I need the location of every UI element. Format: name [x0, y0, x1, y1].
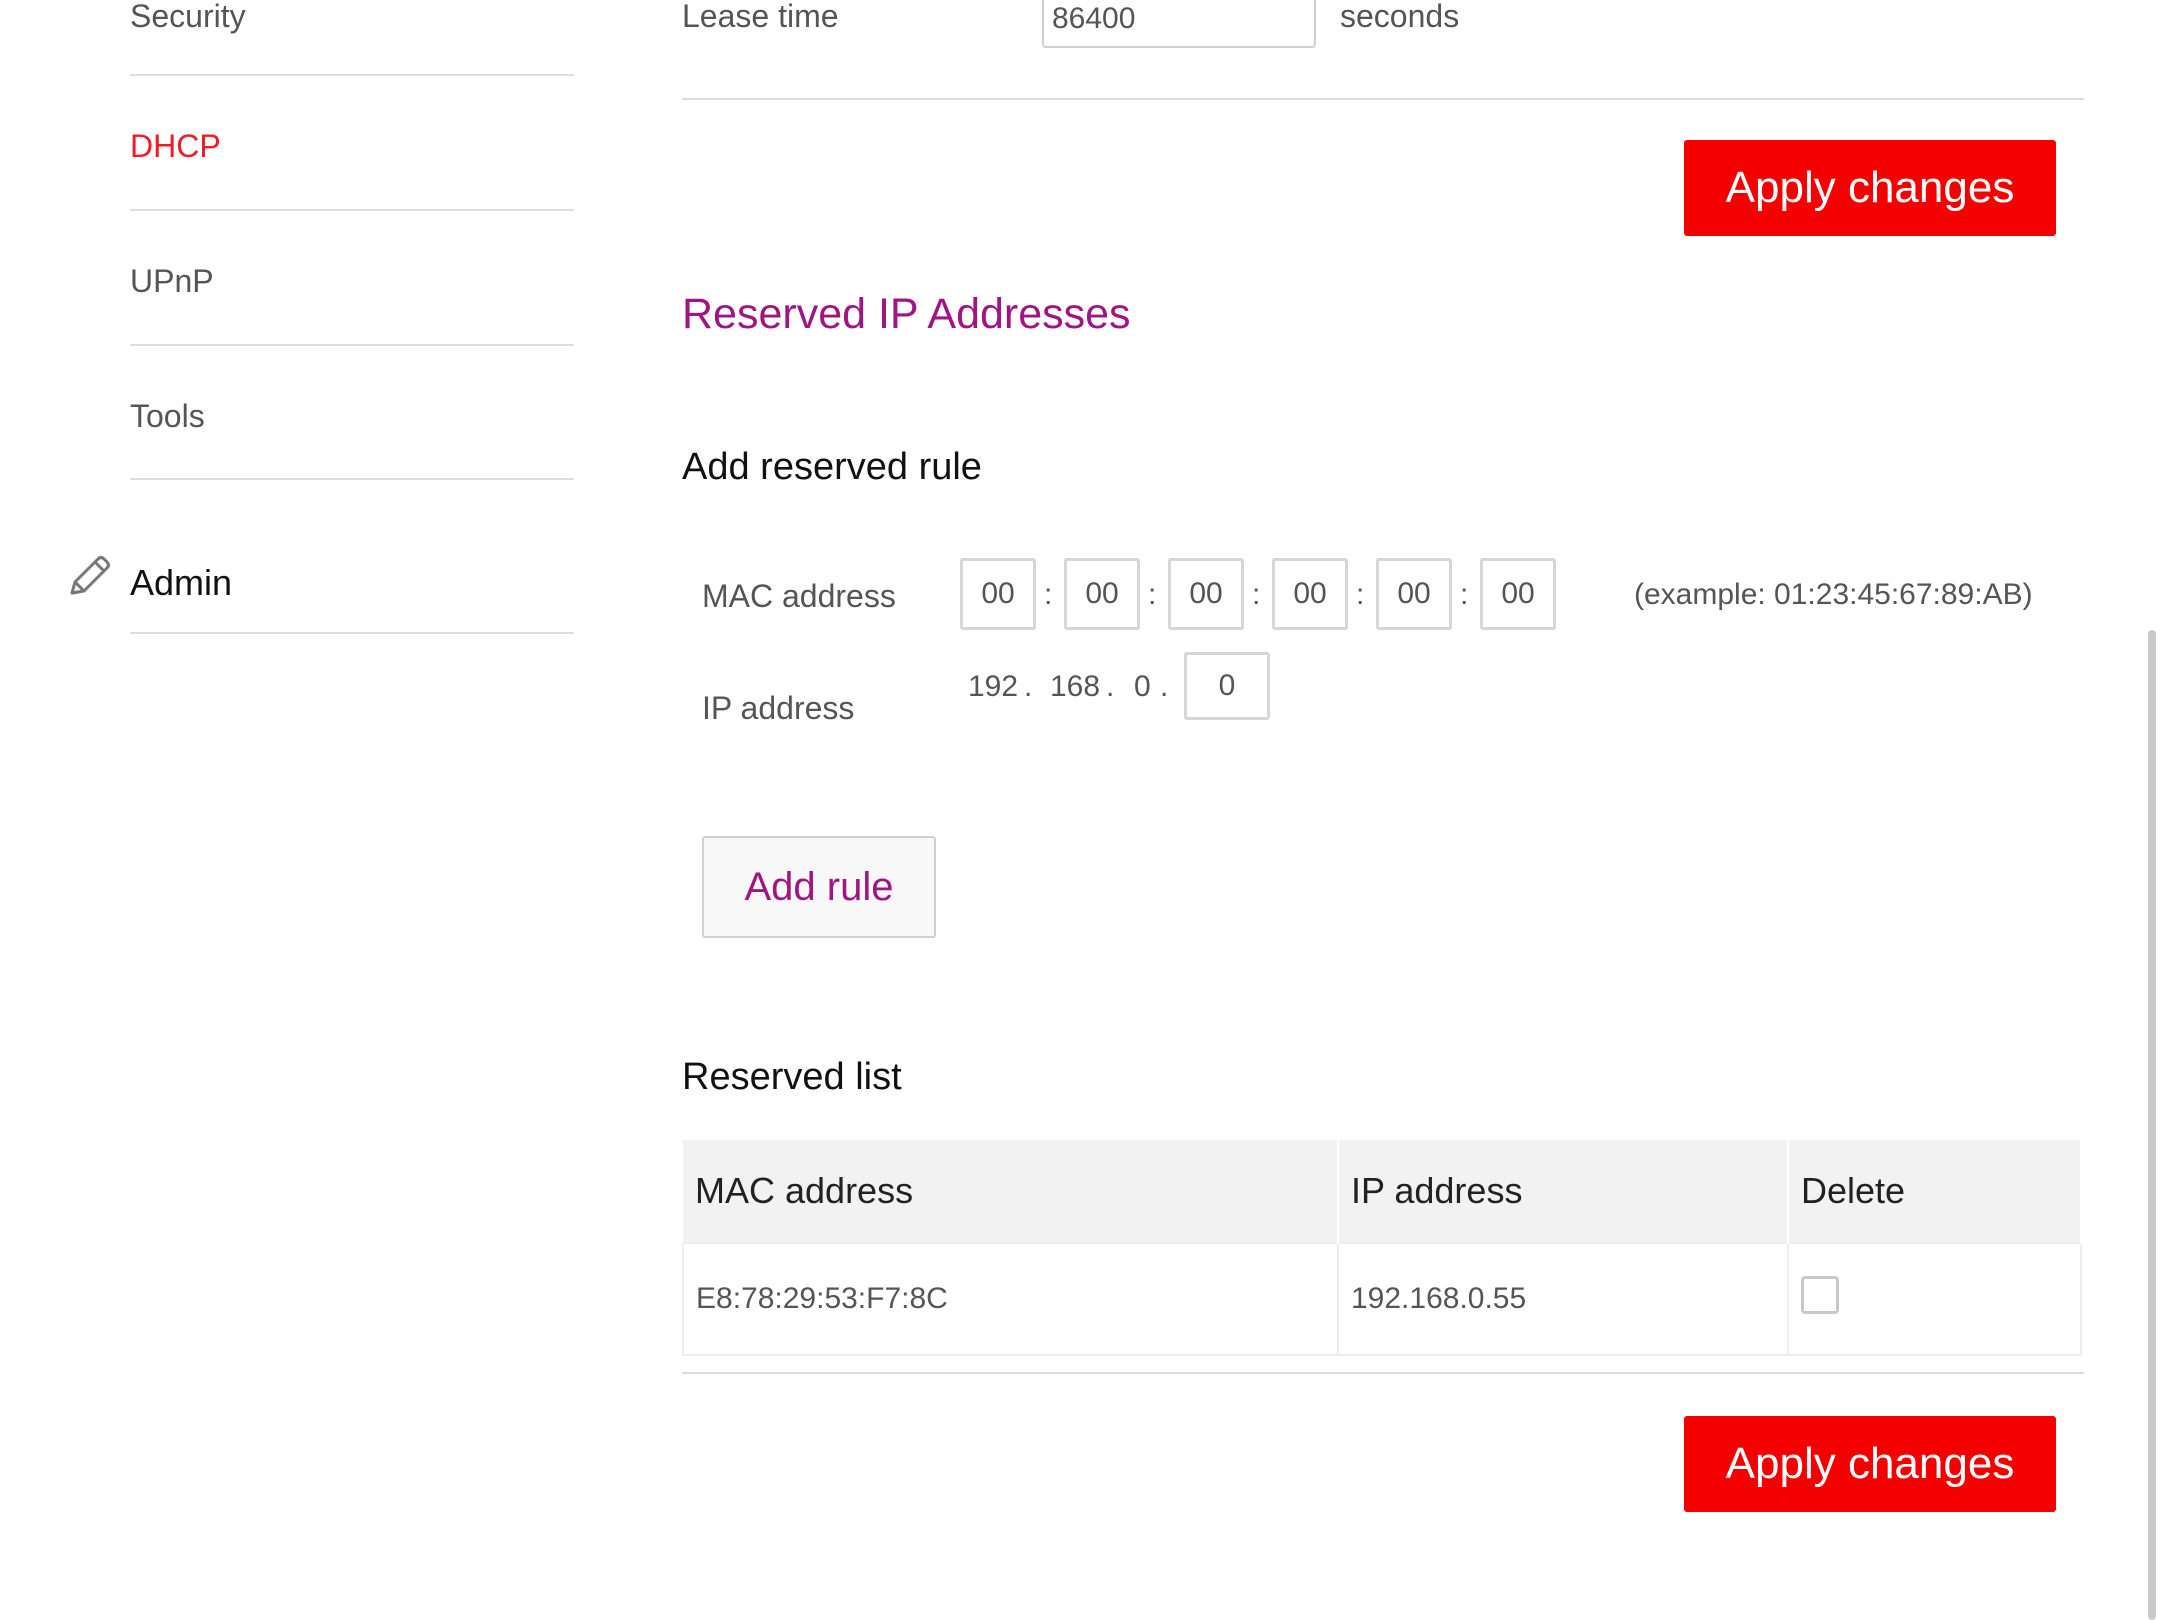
add-reserved-rule-title: Add reserved rule — [682, 446, 982, 488]
table-header-mac: MAC address — [683, 1140, 1339, 1243]
mac-separator: : — [1252, 578, 1261, 611]
ip-octet-3: 0 — [1134, 670, 1151, 703]
scrollbar-thumb[interactable] — [2148, 630, 2156, 1620]
table-cell-mac: E8:78:29:53:F7:8C — [682, 1242, 1339, 1356]
divider — [682, 98, 2084, 100]
lease-time-label: Lease time — [682, 0, 839, 34]
mac-separator: : — [1356, 578, 1365, 611]
ip-address-label: IP address — [702, 690, 855, 726]
reserved-ip-title: Reserved IP Addresses — [682, 290, 1131, 338]
mac-octet-2-input[interactable] — [1064, 558, 1140, 630]
mac-octet-5-input[interactable] — [1376, 558, 1452, 630]
table-header-row: MAC address IP address Delete — [683, 1140, 2082, 1243]
sidebar-item-label: DHCP — [130, 128, 221, 164]
lease-time-unit: seconds — [1340, 0, 1460, 34]
apply-changes-button[interactable]: Apply changes — [1684, 140, 2056, 236]
dhcp-settings-page: Security DHCP UPnP Tools Admin Lease tim… — [0, 0, 2160, 1620]
apply-changes-button-bottom[interactable]: Apply changes — [1684, 1416, 2056, 1512]
mac-separator: : — [1148, 578, 1157, 611]
main-content: Lease time seconds Apply changes Reserve… — [682, 0, 2084, 1620]
mac-octet-3-input[interactable] — [1168, 558, 1244, 630]
table-header-ip: IP address — [1338, 1140, 1789, 1243]
reserved-list-table: MAC address IP address Delete E8:78:29:5… — [682, 1140, 2082, 1356]
mac-address-label: MAC address — [702, 578, 896, 614]
mac-octet-1-input[interactable] — [960, 558, 1036, 630]
add-rule-button[interactable]: Add rule — [702, 836, 936, 938]
mac-octet-4-input[interactable] — [1272, 558, 1348, 630]
mac-octet-6-input[interactable] — [1480, 558, 1556, 630]
reserved-list-title: Reserved list — [682, 1056, 902, 1098]
delete-checkbox[interactable] — [1801, 1276, 1839, 1314]
ip-octet-1: 192 — [968, 670, 1019, 703]
mac-example-hint: (example: 01:23:45:67:89:AB) — [1634, 578, 2033, 611]
table-row: E8:78:29:53:F7:8C 192.168.0.55 — [682, 1242, 2082, 1356]
sidebar-item-admin[interactable]: Admin — [130, 480, 574, 634]
sidebar-item-security[interactable]: Security — [130, 0, 574, 76]
sidebar-item-label: Security — [130, 0, 246, 34]
pencil-icon — [64, 552, 114, 602]
sidebar-item-tools[interactable]: Tools — [130, 346, 574, 480]
sidebar-item-upnp[interactable]: UPnP — [130, 211, 574, 346]
table-header-delete: Delete — [1788, 1140, 2082, 1243]
lease-time-input[interactable] — [1042, 0, 1316, 48]
table-cell-ip: 192.168.0.55 — [1337, 1242, 1789, 1356]
ip-separator: . — [1024, 670, 1033, 703]
ip-separator: . — [1160, 670, 1169, 703]
sidebar-item-label: UPnP — [130, 263, 214, 299]
divider — [682, 1372, 2084, 1374]
ip-last-octet-input[interactable] — [1184, 652, 1270, 720]
ip-octet-2: 168 — [1050, 670, 1101, 703]
table-cell-delete — [1787, 1242, 2082, 1356]
sidebar-item-dhcp[interactable]: DHCP — [130, 76, 574, 211]
sidebar-nav: Security DHCP UPnP Tools Admin — [0, 0, 600, 1620]
ip-separator: . — [1106, 670, 1115, 703]
mac-separator: : — [1460, 578, 1469, 611]
mac-separator: : — [1044, 578, 1053, 611]
sidebar-item-label: Tools — [130, 398, 205, 434]
sidebar-item-label: Admin — [130, 562, 233, 603]
